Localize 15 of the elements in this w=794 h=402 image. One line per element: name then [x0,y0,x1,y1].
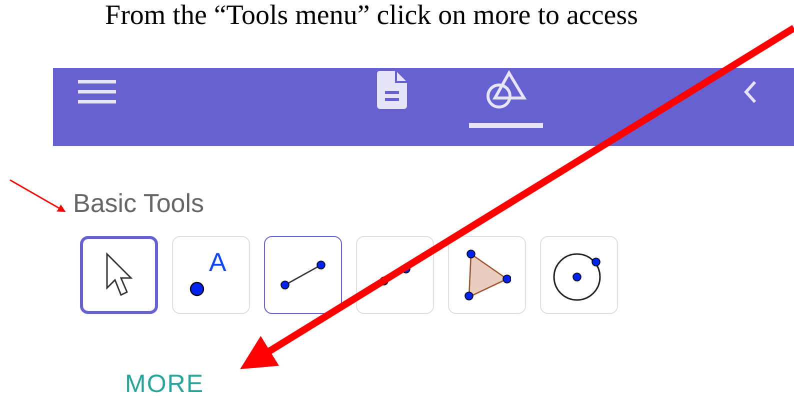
menu-icon[interactable] [78,80,116,104]
shapes-icon [485,70,527,110]
toolbar-tab[interactable] [469,68,543,128]
collapse-icon[interactable] [743,80,757,104]
tool-button[interactable] [80,236,158,314]
tool-button[interactable] [264,236,342,314]
section-title: Basic Tools [73,188,206,218]
segment-icon [280,260,326,290]
tool-button[interactable]: A [172,236,250,314]
point-label: A [209,247,226,277]
point-icon [189,281,205,297]
cursor-arrow-icon [105,252,133,298]
instruction-text: From the “Tools menu” click on more to access [105,0,639,32]
triangle-icon [463,249,511,301]
annotation-arrow [10,179,66,212]
